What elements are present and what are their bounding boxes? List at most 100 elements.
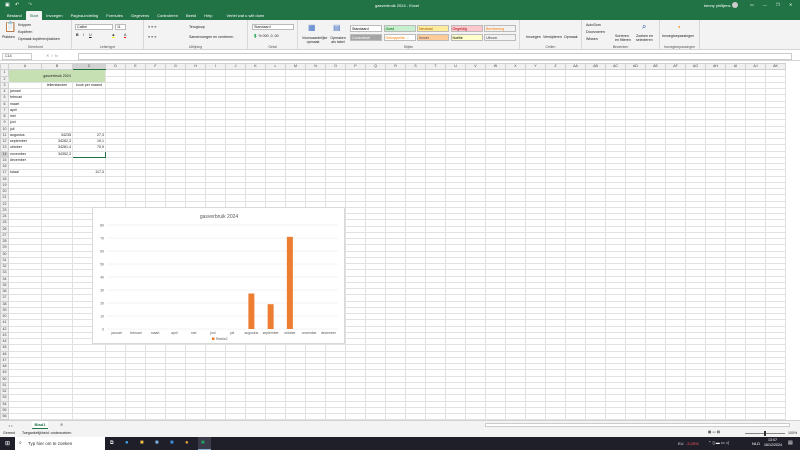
cell-F56[interactable] [145,412,166,420]
cell-C56[interactable] [72,412,106,420]
find-select-button[interactable]: Zoeken en selecteren [636,34,658,42]
tab-start[interactable]: Start [25,10,43,20]
cell-P56[interactable] [345,412,366,420]
cell-style-9[interactable]: Uitvoer [484,34,516,41]
cell-A56[interactable] [8,412,42,420]
taskbar-search[interactable]: ⌕ Typ hier om te zoeken [15,437,105,450]
language-indicator[interactable]: NLD [752,441,760,446]
tab-beeld[interactable]: Beeld [182,11,200,20]
store-icon[interactable]: ■ [155,440,159,446]
cell-H56[interactable] [185,412,206,420]
cell-R56[interactable] [385,412,406,420]
tab-invoegen[interactable]: Invoegen [42,11,66,20]
underline-button[interactable]: U [89,33,92,37]
wrap-text-button[interactable]: Terugloop [189,25,205,29]
fill-color-button[interactable]: ◈ [112,33,115,38]
close-icon[interactable]: ✕ [789,2,792,7]
windows-start-icon[interactable]: ⊞ [5,440,10,447]
cell-style-4[interactable]: Berekening [484,25,516,32]
sort-filter-button[interactable]: Sorteren en filteren [615,34,633,42]
font-color-button[interactable]: A [124,33,127,38]
cell-AH56[interactable] [705,412,726,420]
font-size-select[interactable]: 11 [115,24,126,30]
maximize-icon[interactable]: ❐ [776,2,780,7]
cell-style-7[interactable]: Invoer [417,34,449,41]
sheet-tab-blad1[interactable]: Blad1 [32,421,48,429]
stock-label[interactable]: EU [678,441,684,446]
format-cells-button[interactable]: Opmaak [564,35,578,39]
format-painter-button[interactable]: Opmaak kopiëren/plakken [18,37,60,41]
font-name-select[interactable]: Calibri [75,24,113,30]
cell-style-1[interactable]: Goed [383,25,416,32]
undo-icon[interactable]: ↶ [15,2,19,8]
cell-Y56[interactable] [525,412,546,420]
cell-style-3[interactable]: Ongeldig [450,25,483,32]
view-buttons[interactable]: ▦ ▭ ▤ [708,430,720,434]
cell-T56[interactable] [425,412,446,420]
cell-AE56[interactable] [645,412,666,420]
add-sheet-icon[interactable]: ⊕ [60,422,63,427]
autosum-button[interactable]: AutoSom [586,23,601,27]
cell-S56[interactable] [405,412,426,420]
cell-U56[interactable] [445,412,466,420]
number-buttons[interactable]: 💲 % 000 ,0 ,00 [253,34,279,38]
cell-Q56[interactable] [365,412,386,420]
cell-G56[interactable] [165,412,186,420]
row-header[interactable]: 56 [0,412,9,420]
tab-formules[interactable]: Formules [102,11,127,20]
cell-AA56[interactable] [565,412,586,420]
insert-cells-button[interactable]: Invoegen [526,35,541,39]
tab-vertel-wat-u-wilt-doen[interactable]: Vertel wat u wilt doen [222,11,268,20]
merge-center-button[interactable]: Samenvoegen en centreren [189,35,233,39]
edge-icon[interactable]: ● [125,440,129,446]
excel-taskbar-icon[interactable]: ■ [198,437,211,450]
cell-V56[interactable] [465,412,486,420]
minimize-icon[interactable]: — [763,2,767,7]
cell-AC56[interactable] [605,412,626,420]
cell-AD56[interactable] [625,412,646,420]
clock-time[interactable]: 13:07 [768,438,777,442]
notifications-icon[interactable]: ▤ [788,440,793,446]
ribbon-display-icon[interactable]: ▭ [750,2,754,7]
tab-gegevens[interactable]: Gegevens [127,11,153,20]
clear-button[interactable]: Wissen [586,37,598,41]
tab-bestand[interactable]: Bestand [3,11,26,20]
cell-A1[interactable]: gasverbruik 2024 [8,69,106,83]
conditional-formatting-button[interactable]: Voorwaardelijke opmaak [302,36,327,44]
fx-icon[interactable]: ✕ ✓ fx [46,53,58,58]
fill-button[interactable]: Doorvoeren [586,30,605,34]
tab-help[interactable]: Help [200,11,216,20]
addins-button[interactable]: Invoegtoepassingen [662,34,694,38]
avatar[interactable] [732,2,738,8]
accessibility-status[interactable]: Toegankelijkheid: onderzoeken [22,431,71,435]
cell-style-6[interactable]: Gekoppelde ... [383,34,416,41]
number-format-select[interactable]: Standaard [252,24,294,30]
cell-N56[interactable] [305,412,326,420]
tab-controleren[interactable]: Controleren [153,11,182,20]
cell-style-0[interactable]: Standaard [350,25,382,32]
cell-J56[interactable] [225,412,246,420]
cell-C3[interactable]: kuub per maand [72,81,106,90]
delete-cells-button[interactable]: Verwijderen [543,35,562,39]
zoom-level[interactable]: 100% [788,431,797,435]
italic-button[interactable]: I [83,33,84,37]
cell-Z56[interactable] [545,412,566,420]
cell-B56[interactable] [41,412,73,420]
horizontal-scrollbar[interactable] [485,423,790,427]
cell-style-8[interactable]: Notitie [450,34,483,41]
cell-L56[interactable] [265,412,286,420]
clock-date[interactable]: 16/12/2024 [764,443,782,447]
name-box[interactable]: C14 [2,53,32,60]
chrome-icon[interactable]: ● [185,440,189,446]
cell-M56[interactable] [285,412,306,420]
copy-button[interactable]: Kopiëren [18,30,32,34]
cell-AG56[interactable] [685,412,706,420]
tray-icons[interactable]: ⌃ ▯ ▬ ▭ ◁ [708,440,729,445]
cell-AB56[interactable] [585,412,606,420]
cut-button[interactable]: Knippen [18,23,31,27]
tab-pagina-indeling[interactable]: Pagina-indeling [67,11,103,20]
save-icon[interactable]: ▣ [5,2,10,8]
zoom-thumb[interactable] [764,431,766,436]
cell-AI56[interactable] [725,412,746,420]
cell-AK56[interactable] [765,412,786,420]
